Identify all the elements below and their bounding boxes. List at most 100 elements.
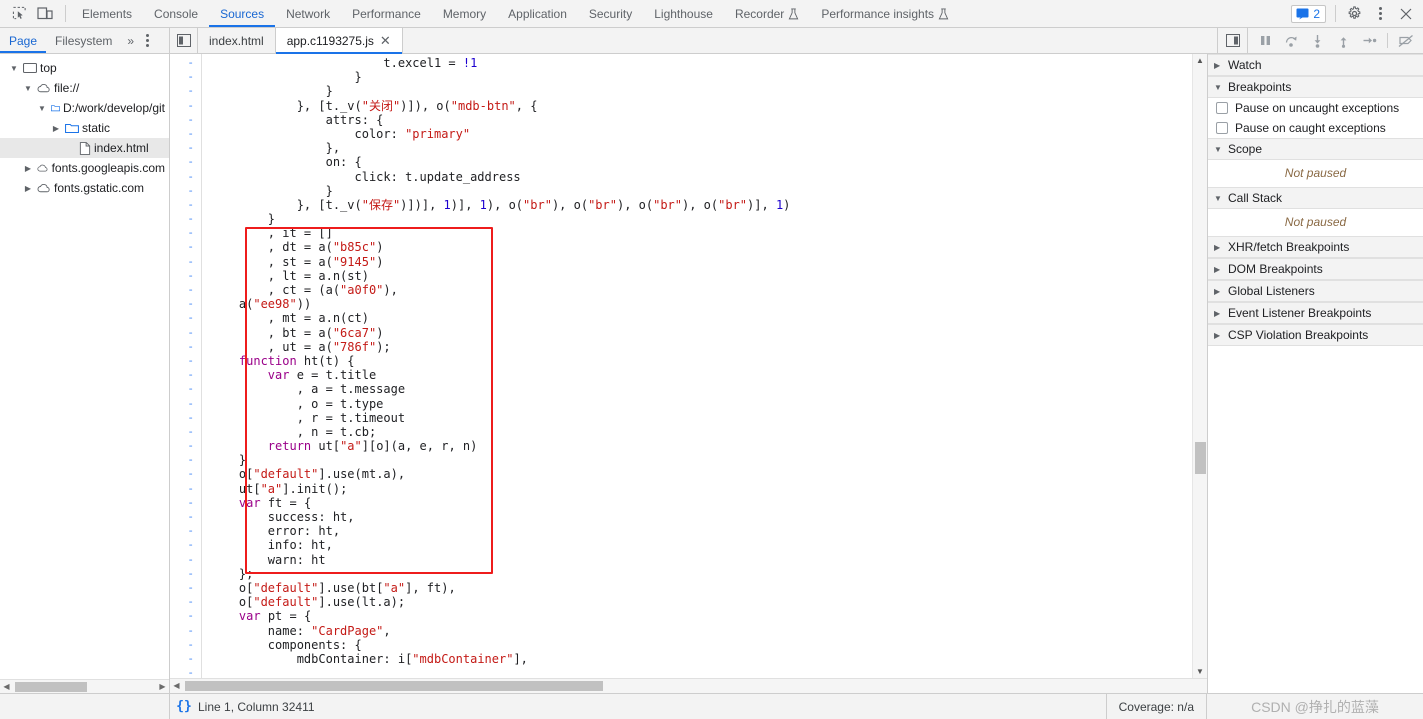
chevron-down-icon[interactable]: ▼ — [1214, 83, 1223, 92]
scroll-down-arrow-icon[interactable]: ▼ — [1193, 665, 1208, 678]
tab-network[interactable]: Network — [275, 0, 341, 27]
tree-item-file-protocol[interactable]: ▼ file:// — [0, 78, 169, 98]
chevron-right-icon[interactable]: ▶ — [1214, 309, 1223, 318]
scrollbar-thumb[interactable] — [15, 681, 87, 692]
code-line[interactable]: }, — [210, 141, 1192, 155]
nav-tab-page[interactable]: Page — [0, 28, 47, 53]
code-line[interactable]: function ht(t) { — [210, 354, 1192, 368]
chevron-right-icon[interactable]: ▶ — [1214, 61, 1223, 70]
pretty-print-button[interactable]: {} — [170, 694, 198, 719]
section-header-call-stack[interactable]: ▼ Call Stack — [1208, 187, 1423, 209]
line-number[interactable]: - — [170, 609, 201, 623]
code-line[interactable]: , mt = a.n(ct) — [210, 311, 1192, 325]
code-line[interactable]: } — [210, 212, 1192, 226]
line-number[interactable]: - — [170, 255, 201, 269]
tab-security[interactable]: Security — [578, 0, 643, 27]
code-line[interactable] — [210, 666, 1192, 678]
line-number[interactable]: - — [170, 127, 201, 141]
pause-on-caught-exceptions-row[interactable]: Pause on caught exceptions — [1208, 118, 1423, 138]
code-line[interactable]: , o = t.type — [210, 397, 1192, 411]
deactivate-breakpoints-button[interactable] — [1393, 29, 1419, 53]
code-line[interactable]: return ut["a"][o](a, e, r, n) — [210, 439, 1192, 453]
tab-lighthouse[interactable]: Lighthouse — [643, 0, 724, 27]
code-line[interactable]: warn: ht — [210, 553, 1192, 567]
chevron-down-icon[interactable]: ▼ — [22, 84, 34, 93]
code-line[interactable]: click: t.update_address — [210, 170, 1192, 184]
tree-item-fonts-gstatic[interactable]: ▶ fonts.gstatic.com — [0, 178, 169, 198]
chevron-down-icon[interactable]: ▼ — [36, 104, 48, 113]
section-header-event-listener-breakpoints[interactable]: ▶ Event Listener Breakpoints — [1208, 302, 1423, 324]
navigator-more-options-icon[interactable] — [140, 28, 155, 53]
scrollbar-track[interactable] — [13, 680, 156, 694]
code-line[interactable]: var ft = { — [210, 496, 1192, 510]
tree-item-folder-static[interactable]: ▶ static — [0, 118, 169, 138]
code-line[interactable]: , ct = (a("a0f0"), — [210, 283, 1192, 297]
step-button[interactable] — [1356, 29, 1382, 53]
code-line[interactable]: , a = t.message — [210, 382, 1192, 396]
chevron-right-icon[interactable]: ▶ — [50, 124, 62, 133]
chevron-down-icon[interactable]: ▼ — [1214, 194, 1223, 203]
code-line[interactable]: a("ee98")) — [210, 297, 1192, 311]
tab-console[interactable]: Console — [143, 0, 209, 27]
line-number[interactable]: - — [170, 340, 201, 354]
tab-elements[interactable]: Elements — [71, 0, 143, 27]
more-options-icon[interactable] — [1367, 1, 1393, 27]
step-out-button[interactable] — [1330, 29, 1356, 53]
section-header-scope[interactable]: ▼ Scope — [1208, 138, 1423, 160]
code-line[interactable]: color: "primary" — [210, 127, 1192, 141]
inspect-element-icon[interactable] — [6, 1, 32, 27]
line-number[interactable]: - — [170, 113, 201, 127]
line-number[interactable]: - — [170, 354, 201, 368]
chevron-right-icon[interactable]: ▶ — [1214, 265, 1223, 274]
gear-icon[interactable] — [1341, 1, 1367, 27]
line-number[interactable]: - — [170, 467, 201, 481]
editor-horizontal-scrollbar[interactable]: ◀ — [170, 678, 1207, 693]
scrollbar-thumb[interactable] — [185, 681, 603, 691]
scrollbar-track[interactable] — [1193, 67, 1208, 665]
code-line[interactable]: }, [t._v("保存")])], 1)], 1), o("br"), o("… — [210, 198, 1192, 212]
line-number[interactable]: - — [170, 141, 201, 155]
line-number[interactable]: - — [170, 99, 201, 113]
section-header-watch[interactable]: ▶ Watch — [1208, 54, 1423, 76]
device-toolbar-icon[interactable] — [32, 1, 58, 27]
line-number[interactable]: - — [170, 212, 201, 226]
line-number[interactable]: - — [170, 240, 201, 254]
code-line[interactable]: o["default"].use(bt["a"], ft), — [210, 581, 1192, 595]
checkbox[interactable] — [1216, 122, 1228, 134]
line-number[interactable]: - — [170, 170, 201, 184]
line-number[interactable]: - — [170, 652, 201, 666]
code-line[interactable]: } — [210, 184, 1192, 198]
line-number[interactable]: - — [170, 269, 201, 283]
line-number[interactable]: - — [170, 425, 201, 439]
code-line[interactable]: components: { — [210, 638, 1192, 652]
line-number[interactable]: - — [170, 496, 201, 510]
code-line[interactable]: } — [210, 453, 1192, 467]
line-number[interactable]: - — [170, 70, 201, 84]
line-number[interactable]: - — [170, 283, 201, 297]
code-line[interactable]: } — [210, 84, 1192, 98]
tab-performance-insights[interactable]: Performance insights — [810, 0, 960, 27]
chevron-right-icon[interactable]: ▶ — [22, 184, 34, 193]
section-header-csp-violation-breakpoints[interactable]: ▶ CSP Violation Breakpoints — [1208, 324, 1423, 346]
code-line[interactable]: var e = t.title — [210, 368, 1192, 382]
code-line[interactable]: , st = a("9145") — [210, 255, 1192, 269]
line-number[interactable]: - — [170, 311, 201, 325]
navigator-horizontal-scrollbar[interactable]: ◀ ▶ — [0, 679, 169, 693]
line-number[interactable]: - — [170, 382, 201, 396]
chevron-right-icon[interactable]: ▶ — [1214, 287, 1223, 296]
line-number[interactable]: - — [170, 567, 201, 581]
chevron-right-icon[interactable]: ▶ — [1214, 243, 1223, 252]
nav-tabs-overflow-icon[interactable]: » — [121, 28, 140, 53]
scrollbar-thumb[interactable] — [1194, 442, 1206, 474]
code-line[interactable]: , lt = a.n(st) — [210, 269, 1192, 283]
code-line[interactable]: success: ht, — [210, 510, 1192, 524]
section-header-dom-breakpoints[interactable]: ▶ DOM Breakpoints — [1208, 258, 1423, 280]
step-into-button[interactable] — [1304, 29, 1330, 53]
line-number[interactable]: - — [170, 482, 201, 496]
line-number[interactable]: - — [170, 397, 201, 411]
tab-application[interactable]: Application — [497, 0, 578, 27]
pause-script-execution-button[interactable] — [1252, 29, 1278, 53]
code-line[interactable]: ut["a"].init(); — [210, 482, 1192, 496]
tab-sources[interactable]: Sources — [209, 0, 276, 27]
section-header-global-listeners[interactable]: ▶ Global Listeners — [1208, 280, 1423, 302]
